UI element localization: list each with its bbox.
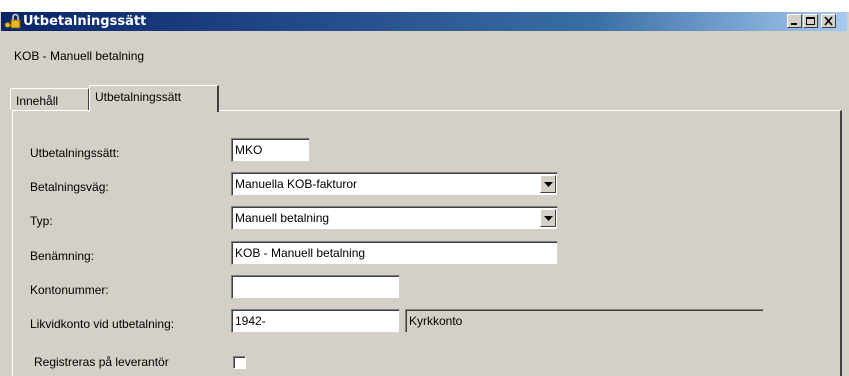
minimize-button[interactable] [787,14,802,28]
betalningsvag-select[interactable]: Manuella KOB-fakturor [231,172,558,196]
registreras-label: Registreras på leverantör [34,355,169,369]
typ-value: Manuell betalning [235,211,330,225]
chevron-down-icon [544,216,553,221]
kontonummer-field[interactable] [231,275,400,299]
lock-key-icon [4,13,21,30]
benamning-field[interactable]: KOB - Manuell betalning [231,241,558,265]
minimize-icon [791,23,797,25]
chevron-down-icon [544,182,553,187]
maximize-icon [806,17,815,25]
typ-label: Typ: [30,214,53,228]
registreras-checkbox[interactable] [233,356,246,369]
tab-utbetalningssatt[interactable]: Utbetalningssätt [89,85,219,112]
title-bar[interactable]: Utbetalningssätt [1,12,847,31]
close-icon [824,16,833,26]
top-strip [0,0,849,12]
kontonummer-label: Kontonummer: [30,283,109,297]
tab-innehall[interactable]: Innehåll [10,88,90,110]
betalningsvag-dropdown-button[interactable] [540,175,556,193]
betalningsvag-label: Betalningsväg: [30,180,109,194]
typ-select[interactable]: Manuell betalning [231,206,558,230]
window-title: Utbetalningssätt [23,14,147,29]
betalningsvag-value: Manuella KOB-fakturor [235,177,358,191]
likvidkonto-description: Kyrkkonto [405,309,764,333]
likvidkonto-label: Likvidkonto vid utbetalning: [30,317,175,331]
record-subtitle: KOB - Manuell betalning [14,49,145,63]
utbetalningssatt-label: Utbetalningssätt: [30,146,120,160]
utbetalningssatt-field[interactable]: MKO [231,138,310,162]
likvidkonto-field[interactable]: 1942- [231,309,400,333]
typ-dropdown-button[interactable] [540,209,556,227]
maximize-button[interactable] [803,14,818,28]
benamning-label: Benämning: [30,249,95,263]
close-button[interactable] [821,14,836,28]
dialog-window: Utbetalningssätt KOB - Manuell betalning… [0,0,849,376]
